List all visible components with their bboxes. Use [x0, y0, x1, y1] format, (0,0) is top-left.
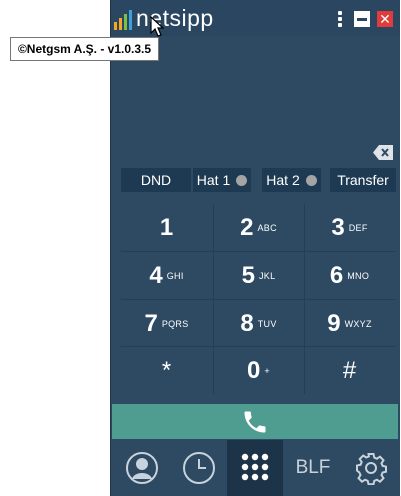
line-1-button[interactable]: Hat 1 — [193, 168, 251, 192]
softphone-window: netsipp ✕ DND Hat 1 Hat 2 Transfer 1 2 AB… — [110, 0, 400, 496]
nav-history[interactable] — [175, 440, 223, 496]
key-digit: 0 — [247, 356, 261, 384]
phone-icon — [244, 411, 266, 433]
backspace-icon[interactable] — [373, 145, 393, 160]
key-letters: ABC — [257, 222, 277, 233]
key-letters: JKL — [258, 270, 276, 281]
key-digit: 9 — [327, 309, 341, 337]
key-digit: 4 — [149, 261, 163, 289]
key-7[interactable]: 7 PQRS — [121, 300, 212, 347]
line-2-label: Hat 2 — [266, 172, 300, 188]
key-digit: # — [342, 356, 357, 384]
nav-dialpad[interactable] — [227, 440, 283, 496]
key-digit: 7 — [144, 309, 158, 337]
minimize-icon[interactable] — [354, 11, 370, 27]
line-1-label: Hat 1 — [196, 172, 231, 188]
line-2-button[interactable]: Hat 2 — [262, 168, 321, 192]
key-2[interactable]: 2 ABC — [213, 204, 304, 251]
key-1[interactable]: 1 — [121, 204, 212, 251]
key-hash[interactable]: # — [304, 347, 395, 394]
key-letters: GHI — [166, 270, 184, 281]
key-letters: + — [264, 365, 270, 376]
key-digit: 3 — [331, 213, 345, 241]
nav-settings[interactable] — [347, 440, 395, 496]
call-button[interactable] — [112, 404, 398, 439]
key-digit: * — [161, 356, 172, 384]
key-5[interactable]: 5 JKL — [213, 252, 304, 299]
keypad: 1 2 ABC 3 DEF 4 GHI 5 JKL 6 MNO 7 PQRS 8 TUV 9W… — [121, 204, 395, 394]
nav-blf[interactable]: BLF — [289, 440, 337, 496]
line-1-status-icon — [236, 175, 248, 186]
key-digit: 1 — [159, 213, 174, 241]
signal-bars-icon — [114, 10, 132, 30]
nav-contacts[interactable] — [118, 440, 166, 496]
line-2-status-icon — [305, 175, 317, 186]
key-digit: 5 — [241, 261, 255, 289]
mouse-cursor-icon — [150, 16, 164, 37]
key-letters: WXYZ — [344, 318, 372, 329]
key-9[interactable]: 9 WXYZ — [304, 300, 395, 347]
key-star[interactable]: * — [121, 347, 212, 394]
key-digit: 6 — [329, 261, 344, 289]
key-6[interactable]: 6 MNO — [304, 252, 395, 299]
dnd-button[interactable]: DND — [121, 168, 191, 192]
key-letters: PQRS — [161, 318, 189, 329]
transfer-button[interactable]: Transfer — [330, 168, 396, 192]
key-digit: 2 — [240, 213, 254, 241]
key-letters: MNO — [347, 270, 370, 281]
kebab-menu-icon[interactable] — [337, 11, 343, 27]
contacts-icon — [126, 452, 158, 484]
key-0[interactable]: 0 + — [213, 347, 304, 394]
dialpad-icon — [241, 453, 269, 481]
key-letters: TUV — [257, 318, 277, 329]
key-4[interactable]: 4 GHI — [121, 252, 212, 299]
key-letters: DEF — [348, 222, 368, 233]
bottom-nav: BLF — [111, 440, 400, 496]
clock-icon — [183, 452, 215, 484]
key-8[interactable]: 8 TUV — [213, 300, 304, 347]
close-icon[interactable]: ✕ — [377, 11, 393, 27]
gear-icon — [356, 453, 387, 485]
key-digit: 8 — [240, 309, 254, 337]
app-brand: netsipp — [136, 5, 214, 31]
key-3[interactable]: 3 DEF — [304, 204, 395, 251]
version-tooltip: ©Netgsm A.Ş. - v1.0.3.5 — [10, 37, 159, 61]
